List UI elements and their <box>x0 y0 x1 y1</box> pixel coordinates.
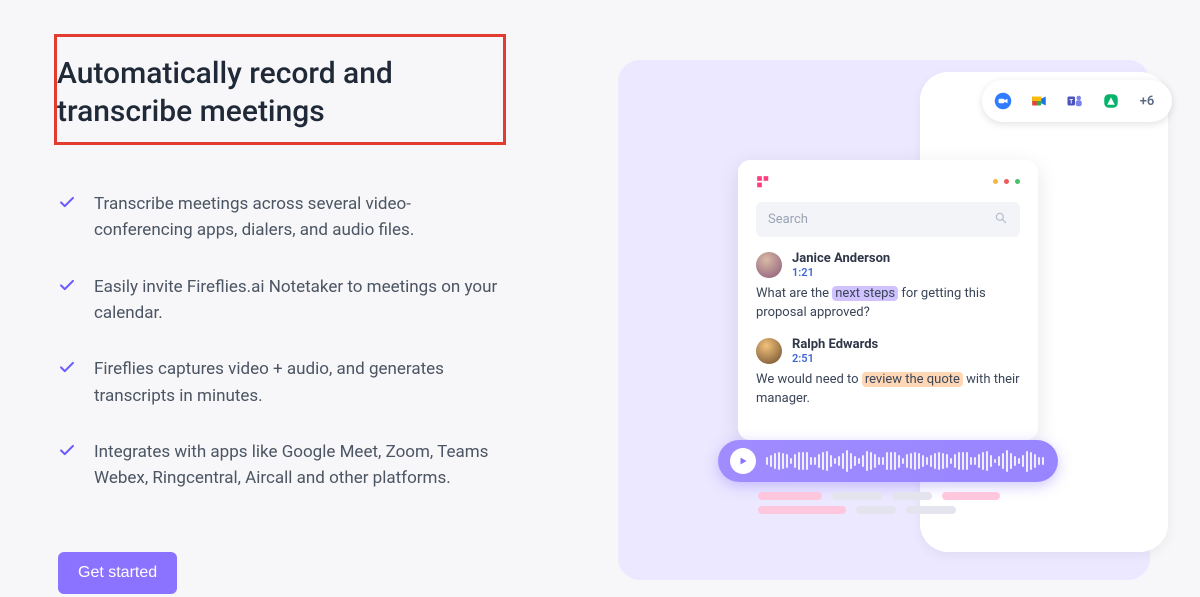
avatar <box>756 338 782 364</box>
search-input[interactable]: Search <box>756 202 1020 237</box>
timestamp: 2:51 <box>792 352 878 365</box>
ms-teams-icon: T <box>1060 86 1090 116</box>
highlight: next steps <box>832 286 898 301</box>
aircall-icon <box>1096 86 1126 116</box>
speaker-name: Janice Anderson <box>792 251 890 266</box>
check-icon <box>58 276 82 298</box>
illustration-area: T +6 <box>540 0 1200 597</box>
search-icon <box>994 210 1008 229</box>
feature-item: Easily invite Fireflies.ai Notetaker to … <box>94 274 506 327</box>
check-icon <box>58 441 82 463</box>
play-button[interactable] <box>730 448 756 474</box>
feature-item: Integrates with apps like Google Meet, Z… <box>94 439 506 492</box>
feature-copy: Automatically record and transcribe meet… <box>0 0 540 597</box>
page-title: Automatically record and transcribe meet… <box>57 45 485 136</box>
feature-item: Transcribe meetings across several video… <box>94 191 506 244</box>
svg-text:T: T <box>1069 99 1073 105</box>
transcript-message: Ralph Edwards 2:51 We would need to revi… <box>756 337 1020 409</box>
fireflies-logo-icon <box>756 174 770 188</box>
transcript-message: Janice Anderson 1:21 What are the next s… <box>756 251 1020 323</box>
check-icon <box>58 193 82 215</box>
waveform-icon <box>766 451 1046 471</box>
get-started-button[interactable]: Get started <box>58 552 177 594</box>
integrations-more-badge: +6 <box>1132 86 1162 116</box>
google-meet-icon <box>1024 86 1054 116</box>
speaker-name: Ralph Edwards <box>792 337 878 352</box>
heading-highlight-box: Automatically record and transcribe meet… <box>54 34 506 145</box>
integrations-rail: T +6 <box>982 80 1172 122</box>
avatar <box>756 252 782 278</box>
highlight: review the quote <box>862 372 963 387</box>
zoom-icon <box>988 86 1018 116</box>
illustration-stage: T +6 <box>618 60 1150 580</box>
loading-skeleton <box>758 506 956 514</box>
feature-item: Fireflies captures video + audio, and ge… <box>94 356 506 409</box>
transcript-card: Search Janice Anderson 1:21 What a <box>738 160 1038 440</box>
timestamp: 1:21 <box>792 266 890 279</box>
transcript-text: We would need to review the quote with t… <box>756 371 1020 409</box>
check-icon <box>58 358 82 380</box>
audio-player[interactable] <box>718 440 1058 482</box>
feature-list: Transcribe meetings across several video… <box>58 191 506 492</box>
search-placeholder: Search <box>768 212 808 227</box>
transcript-text: What are the next steps for getting this… <box>756 285 1020 323</box>
loading-skeleton <box>758 492 1000 500</box>
window-traffic-dots <box>993 179 1020 184</box>
